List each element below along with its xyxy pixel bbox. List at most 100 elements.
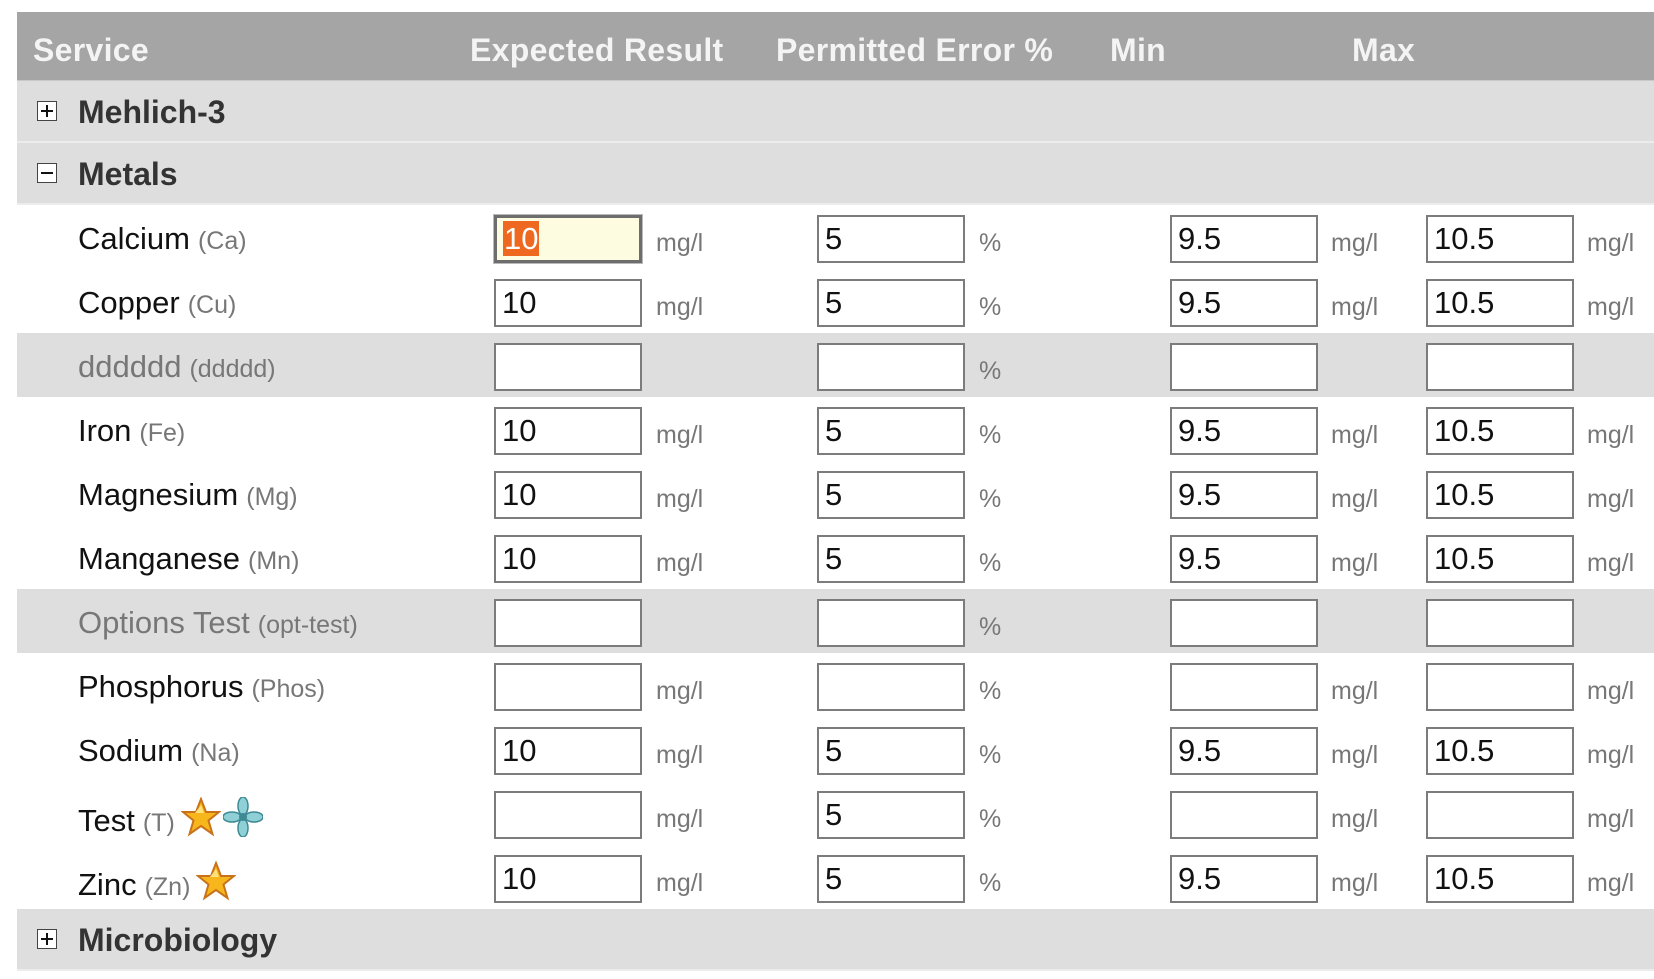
- permitted-error-input[interactable]: 5: [817, 215, 965, 263]
- service-name: Phosphorus (Phos): [78, 669, 325, 705]
- max-input[interactable]: [1426, 599, 1574, 647]
- max-input[interactable]: [1426, 343, 1574, 391]
- min-value: 9.5: [1178, 221, 1222, 256]
- table-row: Sodium (Na) 10 mg/l 5% 9.5 mg/l 10.5 mg/l: [17, 717, 1654, 781]
- permitted-error-value: 5: [825, 861, 843, 896]
- category-label: Mehlich-3: [78, 94, 226, 130]
- permitted-error-value: 5: [825, 733, 843, 768]
- service-title: Options Test: [78, 605, 250, 640]
- min-value: 9.5: [1178, 733, 1222, 768]
- max-value: 10.5: [1434, 541, 1495, 576]
- permitted-error-unit: %: [979, 613, 1002, 641]
- permitted-error-value: 5: [825, 541, 843, 576]
- reference-values-table: Service Expected Result Permitted Error …: [17, 12, 1654, 971]
- max-input[interactable]: 10.5: [1426, 855, 1574, 903]
- header-min: Min: [1110, 32, 1166, 68]
- service-name: Iron (Fe): [78, 413, 185, 449]
- max-input[interactable]: 10.5: [1426, 535, 1574, 583]
- min-input[interactable]: 9.5: [1170, 215, 1318, 263]
- expected-unit: mg/l: [656, 421, 704, 449]
- fan-icon: [222, 796, 264, 838]
- min-input[interactable]: 9.5: [1170, 471, 1318, 519]
- permitted-error-input[interactable]: [817, 599, 965, 647]
- permitted-error-unit: %: [979, 805, 1002, 833]
- expected-value: 10: [502, 477, 537, 512]
- min-input[interactable]: 9.5: [1170, 855, 1318, 903]
- category-mehlich-3[interactable]: Mehlich-3: [17, 81, 1654, 143]
- min-unit: mg/l: [1331, 421, 1379, 449]
- table-row: Magnesium (Mg) 10 mg/l 5% 9.5 mg/l 10.5 mg/l: [17, 461, 1654, 525]
- expected-input[interactable]: 10: [494, 471, 642, 519]
- min-input[interactable]: [1170, 663, 1318, 711]
- max-input[interactable]: [1426, 663, 1574, 711]
- expected-input[interactable]: 10: [494, 215, 642, 263]
- min-input[interactable]: 9.5: [1170, 407, 1318, 455]
- expected-input[interactable]: 10: [494, 855, 642, 903]
- service-name: Calcium (Ca): [78, 221, 247, 257]
- min-value: 9.5: [1178, 477, 1222, 512]
- service-title: dddddd: [78, 349, 182, 384]
- service-keyword: (Phos): [251, 675, 326, 703]
- min-input[interactable]: 9.5: [1170, 727, 1318, 775]
- service-keyword: (opt-test): [257, 611, 358, 639]
- max-input[interactable]: [1426, 791, 1574, 839]
- min-input[interactable]: 9.5: [1170, 535, 1318, 583]
- permitted-error-input[interactable]: 5: [817, 279, 965, 327]
- table-row: Options Test (opt-test)%: [17, 589, 1654, 653]
- table-header: Service Expected Result Permitted Error …: [17, 12, 1654, 81]
- service-title: Phosphorus: [78, 669, 244, 704]
- max-input[interactable]: 10.5: [1426, 215, 1574, 263]
- service-name: Zinc (Zn): [78, 860, 238, 903]
- expected-input[interactable]: 10: [494, 407, 642, 455]
- max-unit: mg/l: [1587, 485, 1635, 513]
- category-microbiology[interactable]: Microbiology: [17, 909, 1654, 971]
- min-input[interactable]: [1170, 791, 1318, 839]
- expected-unit: mg/l: [656, 229, 704, 257]
- permitted-error-input[interactable]: [817, 343, 965, 391]
- table-row: Test (T) mg/l 5% mg/l mg/l: [17, 781, 1654, 845]
- service-keyword: (Mg): [246, 483, 298, 511]
- service-title: Iron: [78, 413, 132, 448]
- max-value: 10.5: [1434, 221, 1495, 256]
- expected-input[interactable]: 10: [494, 279, 642, 327]
- expected-unit: mg/l: [656, 485, 704, 513]
- max-input[interactable]: 10.5: [1426, 407, 1574, 455]
- permitted-error-unit: %: [979, 549, 1002, 577]
- expected-input[interactable]: 10: [494, 727, 642, 775]
- expand-icon[interactable]: [37, 101, 57, 121]
- service-keyword: (Cu): [187, 291, 237, 319]
- max-input[interactable]: 10.5: [1426, 727, 1574, 775]
- expected-input[interactable]: [494, 791, 642, 839]
- permitted-error-value: 5: [825, 285, 843, 320]
- min-unit: mg/l: [1331, 677, 1379, 705]
- expected-value: 10: [502, 541, 537, 576]
- max-value: 10.5: [1434, 477, 1495, 512]
- min-input[interactable]: 9.5: [1170, 279, 1318, 327]
- permitted-error-input[interactable]: 5: [817, 471, 965, 519]
- min-input[interactable]: [1170, 599, 1318, 647]
- service-title: Manganese: [78, 541, 241, 576]
- expected-input[interactable]: [494, 343, 642, 391]
- permitted-error-unit: %: [979, 229, 1002, 257]
- collapse-icon[interactable]: [37, 163, 57, 183]
- min-unit: mg/l: [1331, 805, 1379, 833]
- category-metals[interactable]: Metals: [17, 143, 1654, 205]
- max-input[interactable]: 10.5: [1426, 279, 1574, 327]
- permitted-error-unit: %: [979, 869, 1002, 897]
- service-name: Test (T): [78, 796, 264, 839]
- min-input[interactable]: [1170, 343, 1318, 391]
- permitted-error-input[interactable]: [817, 663, 965, 711]
- permitted-error-input[interactable]: 5: [817, 791, 965, 839]
- expand-icon[interactable]: [37, 929, 57, 949]
- max-value: 10.5: [1434, 413, 1495, 448]
- expected-value: 10: [502, 733, 537, 768]
- permitted-error-input[interactable]: 5: [817, 727, 965, 775]
- max-input[interactable]: 10.5: [1426, 471, 1574, 519]
- expected-input[interactable]: [494, 599, 642, 647]
- permitted-error-input[interactable]: 5: [817, 855, 965, 903]
- expected-input[interactable]: [494, 663, 642, 711]
- permitted-error-input[interactable]: 5: [817, 407, 965, 455]
- max-unit: mg/l: [1587, 421, 1635, 449]
- permitted-error-input[interactable]: 5: [817, 535, 965, 583]
- expected-input[interactable]: 10: [494, 535, 642, 583]
